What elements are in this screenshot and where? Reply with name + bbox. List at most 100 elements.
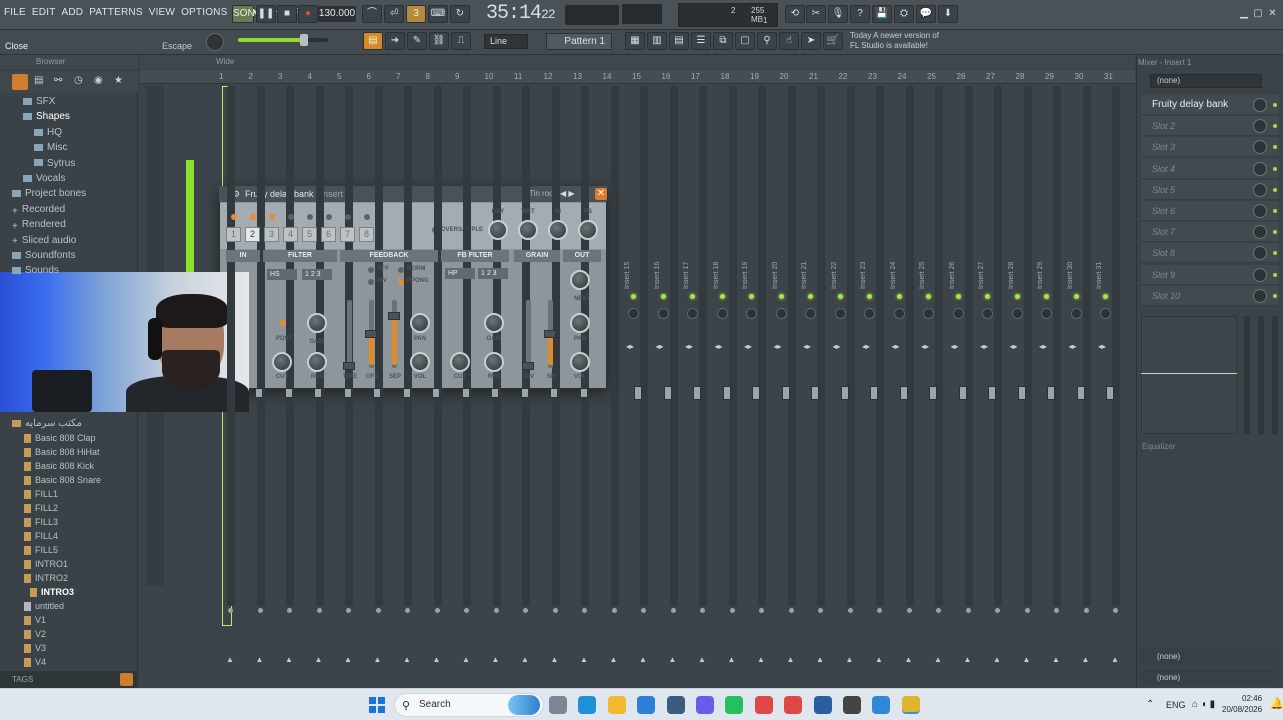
microphone-icon[interactable]: 🎙	[828, 5, 848, 23]
insert-volume-fader[interactable]	[343, 388, 352, 398]
tap-button-3[interactable]: 3	[264, 227, 279, 242]
mixer-icon[interactable]: ☰	[691, 32, 711, 50]
insert-active-led[interactable]	[985, 294, 990, 299]
out-next-knob[interactable]	[570, 270, 590, 290]
insert-pan-knob[interactable]	[864, 308, 875, 319]
browser-file[interactable]: INTRO3	[30, 587, 74, 598]
tray-network-volume-icon[interactable]: ⌂ ◖ ▮	[1192, 699, 1215, 710]
insert-volume-fader[interactable]	[840, 386, 849, 400]
insert-volume-fader[interactable]	[461, 388, 470, 398]
browser-file[interactable]: INTRO1	[24, 559, 68, 570]
language-indicator[interactable]: ENG	[1166, 700, 1186, 710]
strip-arrow-icon[interactable]: ▲	[1023, 655, 1031, 664]
strip-route-dot[interactable]	[759, 608, 764, 613]
slot-enable-led[interactable]	[1273, 124, 1277, 129]
strip-arrow-icon[interactable]: ▲	[905, 655, 913, 664]
mixer-strip[interactable]	[758, 86, 766, 606]
insert-swap-icon[interactable]: ◂▸	[862, 342, 870, 351]
browser-item[interactable]: Vocals	[23, 173, 65, 184]
undo-history-icon[interactable]: ⟲	[785, 5, 805, 23]
tap-led[interactable]	[345, 214, 351, 220]
tap-button-7[interactable]: 7	[340, 227, 355, 242]
slot-enable-led[interactable]	[1273, 293, 1277, 298]
insert-active-led[interactable]	[1073, 294, 1079, 299]
insert-swap-icon[interactable]: ◂▸	[803, 342, 811, 351]
filter-type-select[interactable]: HS	[267, 269, 297, 280]
strip-arrow-icon[interactable]: ▲	[462, 655, 470, 664]
slot-enable-led[interactable]	[1273, 103, 1277, 107]
browser-file[interactable]: FILL3	[24, 517, 58, 528]
opera-icon[interactable]	[754, 696, 773, 714]
insert-volume-fader[interactable]	[284, 388, 293, 398]
menu-edit[interactable]: EDIT	[32, 7, 56, 18]
save-icon[interactable]: 💾	[872, 5, 892, 23]
mixer-strip[interactable]	[905, 86, 914, 606]
insert-volume-fader[interactable]	[958, 386, 967, 400]
browser-file[interactable]: FILL5	[24, 545, 58, 556]
pause-button[interactable]: ❚❚	[256, 5, 276, 23]
slot-enable-led[interactable]	[1273, 272, 1277, 277]
slot-mix-knob[interactable]	[1253, 98, 1267, 112]
insert-active-led[interactable]	[631, 294, 636, 299]
metronome-icon[interactable]: ⌒	[362, 5, 382, 23]
strip-arrow-icon[interactable]: ▲	[669, 655, 677, 664]
insert-swap-icon[interactable]: ◂▸	[833, 342, 841, 351]
slot-mix-knob[interactable]	[1253, 288, 1267, 303]
eq-band-low-fader[interactable]	[1244, 316, 1250, 434]
mixer-slot[interactable]: Slot 3	[1141, 137, 1279, 158]
strip-arrow-icon[interactable]: ▲	[226, 655, 234, 664]
insert-pan-knob[interactable]	[1041, 308, 1052, 319]
tap-button-1[interactable]: 1	[226, 227, 241, 242]
loop-record-icon[interactable]: ↻	[450, 5, 470, 23]
strip-route-dot[interactable]	[464, 608, 469, 613]
insert-pan-knob[interactable]	[834, 308, 846, 319]
mixer-strip[interactable]	[640, 86, 648, 606]
browser-icon[interactable]: ⧉	[713, 32, 733, 50]
strip-route-dot[interactable]	[257, 608, 263, 613]
record-button[interactable]: ●	[298, 5, 318, 23]
browser-file[interactable]: Basic 808 HiHat	[24, 447, 100, 458]
preset-nav-icon[interactable]: ◀ ▶	[560, 189, 575, 198]
feedback-pan-knob[interactable]	[410, 313, 430, 333]
insert-pan-knob[interactable]	[952, 308, 964, 319]
fb-filter-gain-knob[interactable]	[484, 313, 504, 333]
arrow-icon[interactable]: ➜	[385, 32, 405, 50]
browser-audio-icon[interactable]: ◉	[94, 75, 103, 86]
taskbar-clock[interactable]: 02:46 20/08/2026	[1222, 693, 1262, 715]
strip-route-dot[interactable]	[434, 608, 440, 613]
playlist-icon[interactable]: ▦	[625, 32, 645, 50]
download-icon[interactable]: ⬇	[938, 5, 958, 23]
strip-arrow-icon[interactable]: ▲	[728, 655, 736, 664]
slot-enable-led[interactable]	[1273, 145, 1277, 150]
fader-sh-handle[interactable]	[544, 330, 556, 338]
menu-file[interactable]: FILE	[4, 7, 26, 18]
mixer-strip[interactable]	[787, 86, 796, 606]
insert-volume-fader[interactable]	[722, 386, 731, 400]
notifications-icon[interactable]: 🔔	[1270, 697, 1283, 710]
strip-route-dot[interactable]	[523, 608, 528, 613]
tap-led[interactable]	[326, 214, 332, 220]
tools-icon[interactable]: ✂	[806, 5, 826, 23]
insert-volume-fader[interactable]	[1017, 386, 1026, 400]
strip-route-dot[interactable]	[1113, 608, 1118, 613]
insert-swap-icon[interactable]: ◂▸	[626, 342, 634, 351]
task-view-icon[interactable]	[549, 696, 567, 714]
discord-icon[interactable]	[696, 696, 714, 714]
insert-volume-fader[interactable]	[255, 388, 263, 398]
insert-active-led[interactable]	[1014, 294, 1020, 299]
chrome-icon[interactable]	[843, 696, 861, 714]
tap-button-4[interactable]: 4	[283, 227, 298, 242]
insert-volume-fader[interactable]	[988, 386, 996, 400]
mixer-strip[interactable]	[492, 86, 501, 606]
insert-swap-icon[interactable]: ◂▸	[774, 342, 782, 351]
strip-arrow-icon[interactable]: ▲	[757, 655, 765, 664]
touch-icon[interactable]: ☝	[779, 32, 799, 50]
insert-volume-fader[interactable]	[663, 386, 672, 400]
tags-field[interactable]: TAGS	[0, 671, 138, 688]
slot-enable-led[interactable]	[1273, 209, 1277, 213]
slot-mix-knob[interactable]	[1253, 204, 1267, 218]
filter-cut-knob[interactable]	[272, 352, 292, 372]
insert-active-led[interactable]	[926, 294, 931, 299]
filter-slope-select[interactable]: 1 2 3	[302, 269, 332, 280]
browser-file[interactable]: V1	[24, 615, 46, 626]
